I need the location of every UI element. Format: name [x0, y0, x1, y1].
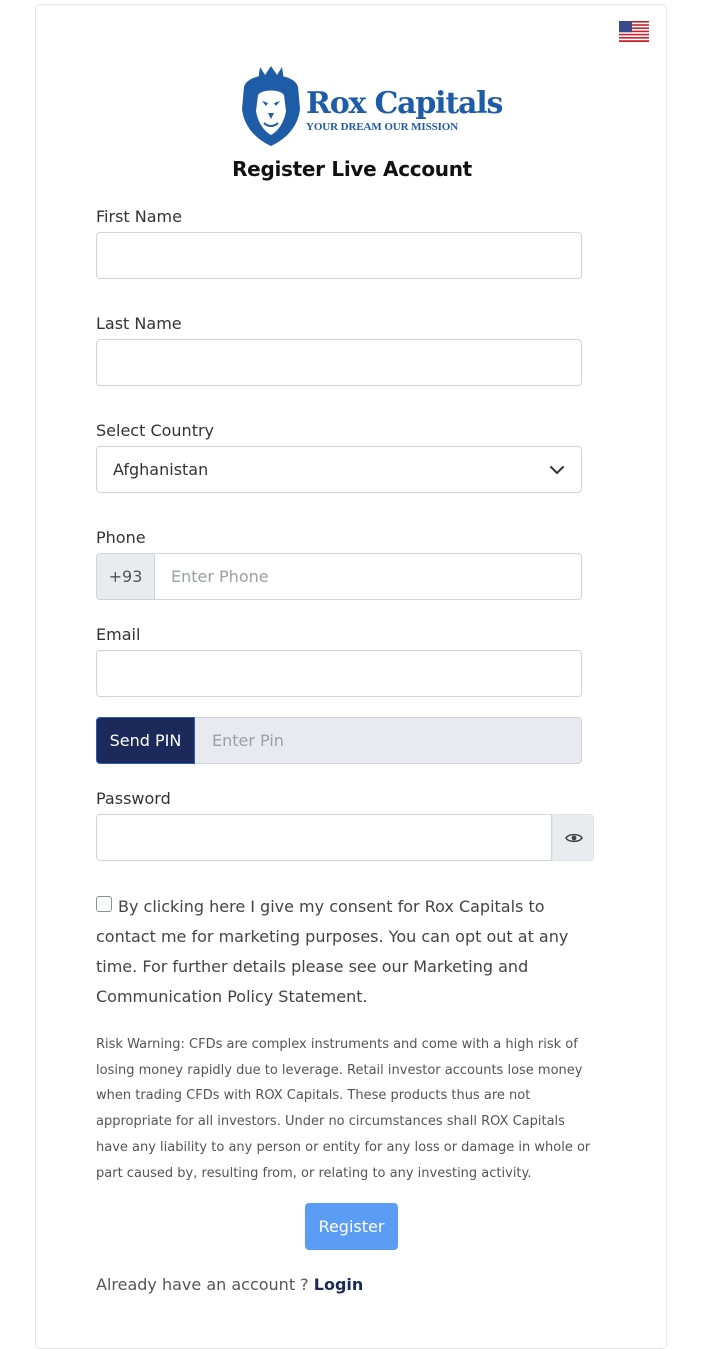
- login-prompt: Already have an account ? Login: [96, 1275, 363, 1294]
- send-pin-button[interactable]: Send PIN: [96, 717, 195, 764]
- page-title: Register Live Account: [232, 157, 472, 181]
- risk-warning: Risk Warning: CFDs are complex instrumen…: [96, 1037, 591, 1181]
- country-selected-value: Afghanistan: [113, 460, 209, 479]
- password-input[interactable]: [96, 814, 552, 861]
- email-input[interactable]: [96, 650, 582, 697]
- brand-name: Rox Capitals: [306, 86, 503, 121]
- phone-placeholder: Enter Phone: [171, 567, 269, 586]
- rox-capitals-logo: Rox Capitals YOUR DREAM OUR MISSION: [238, 65, 503, 147]
- first-name-input[interactable]: [96, 232, 582, 279]
- brand-tagline: YOUR DREAM OUR MISSION: [306, 121, 459, 133]
- lion-crest-icon: [242, 66, 300, 146]
- first-name-label: First Name: [96, 207, 182, 226]
- eye-icon: [565, 833, 583, 843]
- login-link[interactable]: Login: [314, 1275, 364, 1294]
- us-flag-icon[interactable]: [619, 21, 649, 42]
- email-label: Email: [96, 625, 141, 644]
- toggle-password-button[interactable]: [552, 814, 594, 861]
- last-name-label: Last Name: [96, 314, 182, 333]
- phone-prefix: +93: [97, 554, 155, 599]
- country-label: Select Country: [96, 421, 215, 440]
- password-label: Password: [96, 789, 171, 808]
- country-select[interactable]: Afghanistan: [96, 446, 582, 493]
- last-name-input[interactable]: [96, 339, 582, 386]
- chevron-down-icon: [550, 466, 564, 474]
- pin-input[interactable]: Enter Pin: [195, 717, 582, 764]
- register-card: Rox Capitals YOUR DREAM OUR MISSION Regi…: [35, 4, 667, 1349]
- consent-text: By clicking here I give my consent for R…: [96, 897, 569, 1006]
- phone-input-group[interactable]: +93 Enter Phone: [96, 553, 582, 600]
- pin-placeholder: Enter Pin: [212, 731, 284, 750]
- register-button[interactable]: Register: [305, 1203, 398, 1250]
- have-account-text: Already have an account ?: [96, 1275, 314, 1294]
- phone-label: Phone: [96, 528, 146, 547]
